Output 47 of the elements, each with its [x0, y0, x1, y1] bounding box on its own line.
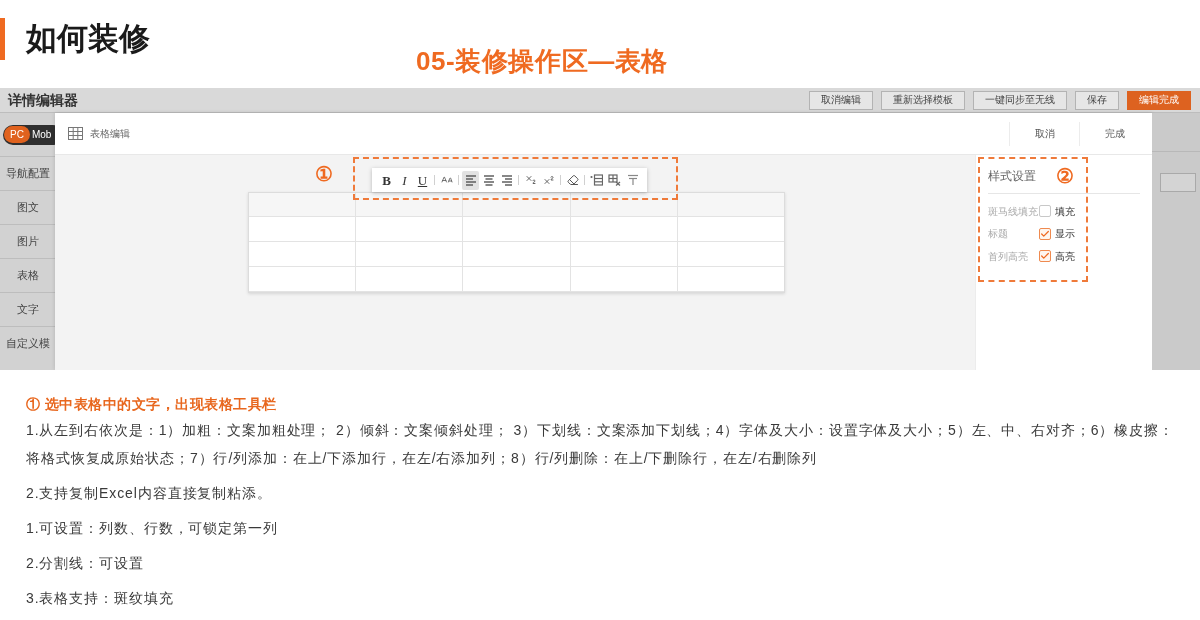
input-field[interactable]	[1160, 173, 1196, 192]
editor-action-button[interactable]: 一键同步至无线	[973, 90, 1067, 110]
setting-label: 标题	[988, 227, 1009, 242]
notes-paragraph: 1.可设置：列数、行数，可锁定第一列	[26, 519, 279, 538]
eraser-icon	[566, 174, 579, 186]
editor-action-button[interactable]: 取消编辑	[809, 90, 873, 110]
option-label: 高亮	[1055, 249, 1075, 264]
check-icon	[1040, 228, 1050, 239]
table-top-icon	[626, 174, 639, 186]
align-center-icon	[482, 174, 495, 186]
dialog-title: 表格编辑	[90, 127, 130, 141]
panel-title: 样式设置	[988, 168, 1036, 185]
checkbox[interactable]	[1039, 227, 1051, 240]
notes-heading: ① 选中表格中的文字，出现表格工具栏	[26, 396, 278, 412]
view-toggle-option[interactable]: PC	[4, 126, 30, 143]
callout-number: ②	[1056, 164, 1074, 188]
editor-action-button[interactable]: 重新选择模板	[881, 90, 965, 110]
align-left-icon	[464, 174, 477, 186]
notes-paragraph: 1.从左到右依次是：1）加粗：文案加粗处理； 2）倾斜：文案倾斜处理； 3）下划线：文案添加下划线；4）字体及大小：设置字体及大小；5）左、中、右对齐；6）橡皮擦：将格式恢复成原始状态；7）行/列添加：在上/下添加行，在左/右添加列；8）行/列删除：在上/下删除行，在左/右删除列	[26, 421, 1175, 468]
superscript-icon	[542, 174, 555, 186]
callout-number: ①	[315, 162, 333, 186]
notes-paragraph: 2.分割线：可设置	[26, 554, 145, 573]
align-left-button[interactable]	[462, 170, 479, 190]
option-label: 显示	[1055, 227, 1075, 242]
editor-action-button[interactable]: 保存	[1075, 90, 1119, 110]
view-toggle-option[interactable]: Mob	[29, 126, 54, 143]
table-grid-icon	[68, 127, 83, 140]
finish-editing-button[interactable]: 编辑完成	[1127, 90, 1191, 110]
page-title: 如何装修	[26, 21, 150, 57]
checkbox[interactable]	[1039, 250, 1051, 263]
italic-button[interactable]: I	[396, 170, 413, 190]
accent-bar	[0, 18, 5, 60]
font-size-icon	[440, 174, 453, 186]
check-icon	[1040, 251, 1050, 262]
align-right-icon	[500, 174, 513, 186]
editor-title: 详情编辑器	[8, 90, 78, 110]
bold-button[interactable]: B	[378, 170, 395, 190]
setting-label: 首列高亮	[988, 249, 1029, 264]
option-label: 填充	[1055, 204, 1075, 219]
notes-paragraph: 2.支持复制Excel内容直接复制粘添。	[26, 484, 273, 503]
subscript-icon	[524, 174, 537, 186]
page-subtitle: 05-装修操作区—表格	[415, 46, 669, 76]
checkbox[interactable]	[1039, 205, 1051, 218]
notes-paragraph: 3.表格支持：斑纹填充	[26, 589, 175, 608]
setting-label: 斑马线填充	[988, 204, 1039, 219]
table-x-icon	[608, 174, 621, 186]
underline-button[interactable]: U	[414, 170, 431, 190]
